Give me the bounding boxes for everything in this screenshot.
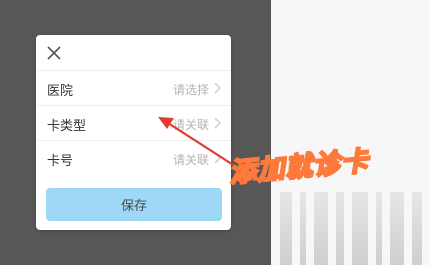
hospital-select-value[interactable]: 请选择 bbox=[173, 81, 209, 98]
card-number-label: 卡号 bbox=[47, 154, 74, 169]
chevron-right-icon bbox=[214, 152, 221, 164]
add-card-dialog: 医院 请选择 卡类型 请关联 卡号 请关联 保存 bbox=[36, 35, 231, 230]
close-icon[interactable] bbox=[45, 44, 63, 62]
card-type-label: 卡类型 bbox=[47, 119, 87, 134]
barcode-graphic bbox=[278, 192, 429, 265]
card-number-value[interactable]: 请关联 bbox=[173, 151, 209, 168]
save-button[interactable]: 保存 bbox=[46, 188, 222, 221]
hospital-row[interactable]: 医院 请选择 bbox=[36, 70, 231, 105]
card-type-row[interactable]: 卡类型 请关联 bbox=[36, 105, 231, 140]
card-number-row[interactable]: 卡号 请关联 bbox=[36, 140, 231, 175]
hospital-label: 医院 bbox=[47, 84, 74, 99]
chevron-right-icon bbox=[214, 82, 221, 94]
card-type-value[interactable]: 请关联 bbox=[173, 116, 209, 133]
chevron-right-icon bbox=[214, 117, 221, 129]
